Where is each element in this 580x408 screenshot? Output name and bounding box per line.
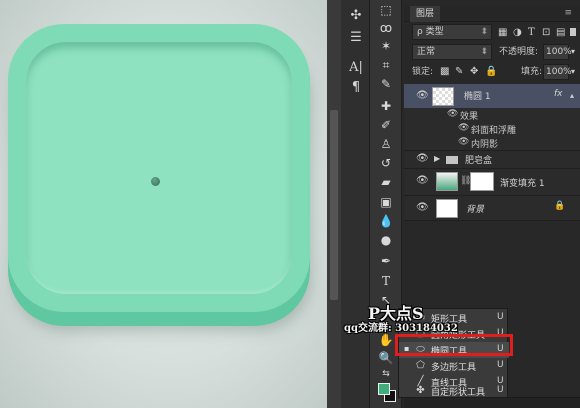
- tab-layers[interactable]: 图层: [410, 6, 441, 22]
- ellipse-anchor-dot: [151, 177, 160, 186]
- fill-field[interactable]: 100%: [543, 64, 572, 80]
- lock-row: 锁定: ▩ ✎ ✥ 🔒 填充: 100% ▾: [404, 64, 580, 82]
- visibility-eye-icon[interactable]: 👁: [416, 202, 429, 213]
- effect-name: 内阴影: [471, 140, 499, 150]
- lasso-tool-icon[interactable]: ꝏ: [376, 20, 396, 37]
- layer-name: 背景: [466, 205, 485, 215]
- menu-item-custom-shape[interactable]: ✤ 自定形状工具 U: [399, 384, 509, 398]
- blur-tool-icon[interactable]: 💧: [376, 213, 396, 230]
- eyedropper-tool-icon[interactable]: ✎: [376, 76, 396, 93]
- fill-slider-arrow-icon[interactable]: ▾: [571, 64, 575, 80]
- layer-thumbnail: [436, 199, 458, 218]
- lock-position-icon[interactable]: ✥: [470, 64, 478, 80]
- chevron-down-icon: ⬍: [480, 27, 488, 37]
- filter-toggle-icon[interactable]: [570, 28, 576, 36]
- brush-preset-icon[interactable]: ✣: [346, 6, 366, 26]
- effects-label: 效果: [460, 112, 479, 122]
- crop-tool-icon[interactable]: ⌗: [376, 57, 396, 74]
- lock-all-icon[interactable]: 🔒: [485, 64, 497, 80]
- scrollbar-thumb[interactable]: [330, 110, 338, 300]
- opacity-label: 不透明度:: [499, 47, 539, 57]
- adjustment-filter-icon[interactable]: ◑: [513, 25, 522, 41]
- panel-dock: ✣ ☰ A| ¶: [341, 0, 370, 408]
- layer-row-group[interactable]: 👁 ▶ 肥皂盒: [404, 151, 580, 169]
- adjustments-icon[interactable]: ☰: [346, 28, 366, 48]
- smart-object-filter-icon[interactable]: ▤: [556, 25, 565, 41]
- ellipse-tool-highlight-box: [395, 334, 513, 356]
- dodge-tool-icon[interactable]: ●: [376, 232, 396, 249]
- brush-tool-icon[interactable]: ✐: [376, 117, 396, 134]
- filter-kind-value: ρ 类型: [417, 27, 444, 37]
- layer-name: 椭圆 1: [464, 92, 491, 102]
- pen-tool-icon[interactable]: ✒: [376, 253, 396, 270]
- expand-arrow-icon[interactable]: ▶: [434, 154, 440, 163]
- mask-thumbnail[interactable]: [470, 172, 494, 191]
- swap-colors-icon[interactable]: ⇆: [376, 366, 396, 383]
- watermark-qq-group: qq交流群: 303184032: [344, 323, 458, 334]
- effect-row-bevel[interactable]: 👁 斜面和浮雕: [404, 122, 580, 137]
- blend-mode-select[interactable]: 正常 ⬍: [412, 44, 492, 60]
- clone-stamp-tool-icon[interactable]: ♙: [376, 136, 396, 153]
- foreground-color-swatch[interactable]: [378, 383, 390, 395]
- filter-kind-select[interactable]: ρ 类型 ⬍: [412, 24, 492, 40]
- lock-label: 锁定:: [412, 67, 434, 77]
- opacity-field[interactable]: 100%: [543, 44, 572, 60]
- layer-row-gradient-fill[interactable]: 👁 ⛓ 渐变填充 1: [404, 169, 580, 196]
- marquee-tool-icon[interactable]: ⬚: [376, 2, 396, 19]
- layer-name: 肥皂盒: [465, 156, 493, 166]
- visibility-eye-icon[interactable]: 👁: [416, 175, 429, 186]
- panel-footer: [404, 397, 580, 408]
- lock-pixels-icon[interactable]: ✎: [455, 64, 463, 80]
- menu-item-polygon[interactable]: ⬠ 多边形工具 U: [399, 358, 509, 374]
- effect-name: 斜面和浮雕: [471, 126, 517, 136]
- filter-row: ρ 类型 ⬍ ▦ ◑ T ⊡ ▤: [404, 24, 580, 42]
- healing-brush-tool-icon[interactable]: ✚: [376, 98, 396, 115]
- soap-box-inner-tray: [26, 42, 292, 294]
- gradient-tool-icon[interactable]: ▣: [376, 194, 396, 211]
- effects-row[interactable]: 👁 效果: [404, 108, 580, 123]
- document-canvas[interactable]: [0, 0, 327, 408]
- layer-thumbnail: [432, 87, 454, 106]
- magic-wand-tool-icon[interactable]: ✶: [376, 38, 396, 55]
- layer-name: 渐变填充 1: [500, 179, 545, 189]
- eye-icon[interactable]: 👁: [447, 109, 458, 119]
- opacity-slider-arrow-icon[interactable]: ▾: [571, 44, 575, 60]
- fill-label: 填充:: [521, 67, 543, 77]
- zoom-tool-icon[interactable]: 🔍: [376, 350, 396, 367]
- folder-icon: [446, 156, 458, 164]
- visibility-eye-icon[interactable]: 👁: [416, 90, 429, 101]
- fx-badge[interactable]: fx: [554, 89, 563, 99]
- eye-icon[interactable]: 👁: [458, 123, 469, 133]
- character-panel-icon[interactable]: A|: [346, 58, 366, 78]
- collapse-effects-icon[interactable]: ▴: [570, 91, 574, 100]
- type-tool-icon[interactable]: T: [376, 273, 396, 290]
- hand-tool-icon[interactable]: ✋: [376, 332, 396, 349]
- polygon-icon: ⬠: [416, 360, 425, 371]
- paragraph-panel-icon[interactable]: ¶: [346, 78, 366, 98]
- eraser-tool-icon[interactable]: ▰: [376, 174, 396, 191]
- gradient-thumbnail: [436, 172, 458, 191]
- layer-row-ellipse[interactable]: 👁 椭圆 1 fx ▴: [404, 84, 580, 110]
- custom-shape-icon: ✤: [416, 385, 425, 396]
- history-brush-tool-icon[interactable]: ↺: [376, 155, 396, 172]
- effect-row-inner-shadow[interactable]: 👁 内阴影: [404, 136, 580, 151]
- lock-icon: 🔒: [554, 201, 566, 211]
- pixel-filter-icon[interactable]: ▦: [498, 25, 507, 41]
- panel-menu-icon[interactable]: ≡: [564, 8, 572, 18]
- shape-filter-icon[interactable]: ⊡: [542, 25, 550, 41]
- type-filter-icon[interactable]: T: [528, 25, 535, 41]
- blend-mode-value: 正常: [417, 47, 436, 57]
- layer-row-background[interactable]: 👁 背景 🔒: [404, 196, 580, 221]
- blend-row: 正常 ⬍ 不透明度: 100% ▾: [404, 44, 580, 62]
- opacity-value: 100%: [546, 47, 572, 57]
- fill-value: 100%: [546, 67, 572, 77]
- visibility-eye-icon[interactable]: 👁: [416, 153, 429, 164]
- lock-transparent-icon[interactable]: ▩: [440, 64, 449, 80]
- chevron-down-icon: ⬍: [480, 47, 488, 57]
- canvas-scrollbar[interactable]: [327, 0, 341, 408]
- panel-tab-bar: 图层 ≡: [404, 6, 580, 22]
- eye-icon[interactable]: 👁: [458, 137, 469, 147]
